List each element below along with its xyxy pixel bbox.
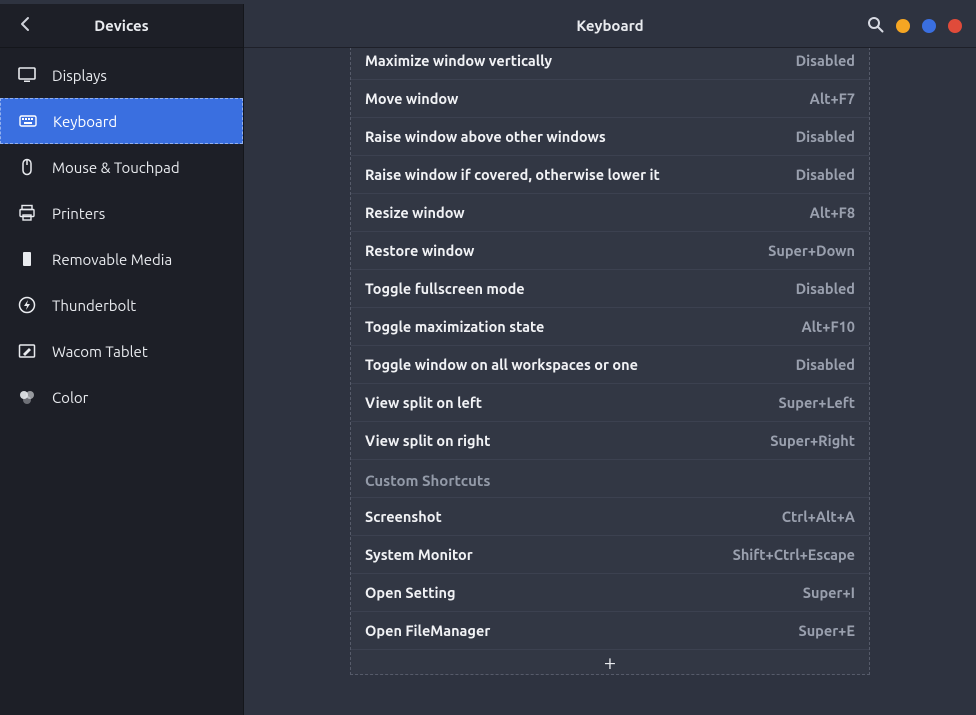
shortcut-accel: Disabled xyxy=(796,166,855,183)
plus-icon: + xyxy=(604,650,616,675)
search-button[interactable] xyxy=(867,16,884,36)
shortcut-row[interactable]: Open Setting Super+I xyxy=(351,573,869,611)
shortcut-accel: Disabled xyxy=(796,280,855,297)
sidebar-item-displays[interactable]: Displays xyxy=(0,52,243,98)
shortcut-accel: Ctrl+Alt+A xyxy=(782,508,855,525)
shortcut-accel: Super+Left xyxy=(779,394,855,411)
shortcut-row[interactable]: View split on left Super+Left xyxy=(351,383,869,421)
shortcut-accel: Alt+F10 xyxy=(801,318,855,335)
settings-window: Devices Displays Keyboard Mouse & Touchp xyxy=(0,0,976,715)
window-maximize-button[interactable] xyxy=(922,19,936,33)
shortcuts-panel: Maximize window vertically Disabled Move… xyxy=(350,48,870,675)
shortcut-row[interactable]: System Monitor Shift+Ctrl+Escape xyxy=(351,535,869,573)
back-button[interactable] xyxy=(14,14,38,38)
shortcut-accel: Alt+F7 xyxy=(810,90,855,107)
sidebar-item-removable-media[interactable]: Removable Media xyxy=(0,236,243,282)
shortcut-accel: Super+E xyxy=(798,622,855,639)
printer-icon xyxy=(18,204,36,222)
shortcut-label: Move window xyxy=(365,90,458,107)
arrow-left-icon xyxy=(18,16,34,35)
shortcut-row[interactable]: Open FileManager Super+E xyxy=(351,611,869,649)
removable-media-icon xyxy=(18,250,36,268)
shortcut-row[interactable]: Maximize window vertically Disabled xyxy=(351,48,869,79)
shortcut-label: Resize window xyxy=(365,204,465,221)
sidebar-item-thunderbolt[interactable]: Thunderbolt xyxy=(0,282,243,328)
sidebar-item-label: Removable Media xyxy=(52,251,172,268)
shortcut-accel: Super+I xyxy=(803,584,855,601)
shortcut-row[interactable]: Resize window Alt+F8 xyxy=(351,193,869,231)
shortcut-label: System Monitor xyxy=(365,546,473,563)
sidebar-item-label: Color xyxy=(52,389,88,406)
sidebar-item-label: Printers xyxy=(52,205,105,222)
shortcut-accel: Super+Right xyxy=(770,432,855,449)
shortcut-row[interactable]: Toggle maximization state Alt+F10 xyxy=(351,307,869,345)
window-minimize-button[interactable] xyxy=(896,19,910,33)
sidebar-item-mouse-touchpad[interactable]: Mouse & Touchpad xyxy=(0,144,243,190)
shortcut-accel: Super+Down xyxy=(768,242,855,259)
shortcut-label: Toggle window on all workspaces or one xyxy=(365,356,638,373)
shortcut-label: Open FileManager xyxy=(365,622,490,639)
sidebar-item-wacom-tablet[interactable]: Wacom Tablet xyxy=(0,328,243,374)
shortcut-accel: Disabled xyxy=(796,356,855,373)
shortcut-accel: Disabled xyxy=(796,52,855,69)
shortcut-label: Toggle maximization state xyxy=(365,318,544,335)
header-actions xyxy=(867,16,962,36)
shortcut-label: Restore window xyxy=(365,242,474,259)
shortcut-label: Maximize window vertically xyxy=(365,52,552,69)
search-icon xyxy=(867,16,884,36)
sidebar-item-label: Mouse & Touchpad xyxy=(52,159,180,176)
shortcut-label: Toggle fullscreen mode xyxy=(365,280,525,297)
color-icon xyxy=(18,388,36,406)
shortcut-accel: Disabled xyxy=(796,128,855,145)
shortcut-row[interactable]: Toggle window on all workspaces or one D… xyxy=(351,345,869,383)
keyboard-icon xyxy=(19,112,37,130)
sidebar-item-keyboard[interactable]: Keyboard xyxy=(0,98,243,144)
sidebar-item-label: Thunderbolt xyxy=(52,297,136,314)
shortcut-accel: Alt+F8 xyxy=(810,204,855,221)
add-shortcut-button[interactable]: + xyxy=(351,649,869,675)
shortcut-row[interactable]: Move window Alt+F7 xyxy=(351,79,869,117)
tablet-icon xyxy=(18,342,36,360)
shortcut-row[interactable]: Restore window Super+Down xyxy=(351,231,869,269)
thunderbolt-icon xyxy=(18,296,36,314)
mouse-icon xyxy=(18,158,36,176)
sidebar-item-printers[interactable]: Printers xyxy=(0,190,243,236)
sidebar-item-label: Keyboard xyxy=(53,113,117,130)
sidebar-header: Devices xyxy=(0,4,243,48)
sidebar-list: Displays Keyboard Mouse & Touchpad Print… xyxy=(0,48,243,420)
main-body: Maximize window vertically Disabled Move… xyxy=(244,48,976,715)
shortcut-label: Open Setting xyxy=(365,584,456,601)
main-header: Keyboard xyxy=(244,4,976,48)
shortcut-label: View split on left xyxy=(365,394,482,411)
shortcut-row[interactable]: Screenshot Ctrl+Alt+A xyxy=(351,497,869,535)
shortcut-label: View split on right xyxy=(365,432,490,449)
shortcut-row[interactable]: Raise window if covered, otherwise lower… xyxy=(351,155,869,193)
shortcut-label: Raise window above other windows xyxy=(365,128,606,145)
sidebar-item-label: Wacom Tablet xyxy=(52,343,148,360)
sidebar-item-label: Displays xyxy=(52,67,107,84)
shortcut-label: Screenshot xyxy=(365,508,442,525)
main-panel: Keyboard Maximize window vertically Disa… xyxy=(244,4,976,715)
shortcut-row[interactable]: Toggle fullscreen mode Disabled xyxy=(351,269,869,307)
shortcut-row[interactable]: View split on right Super+Right xyxy=(351,421,869,459)
display-icon xyxy=(18,66,36,84)
sidebar: Devices Displays Keyboard Mouse & Touchp xyxy=(0,4,244,715)
custom-shortcuts-header: Custom Shortcuts xyxy=(351,459,869,497)
window-close-button[interactable] xyxy=(948,19,962,33)
shortcut-accel: Shift+Ctrl+Escape xyxy=(733,546,855,563)
sidebar-item-color[interactable]: Color xyxy=(0,374,243,420)
shortcut-row[interactable]: Raise window above other windows Disable… xyxy=(351,117,869,155)
shortcut-label: Raise window if covered, otherwise lower… xyxy=(365,166,660,183)
